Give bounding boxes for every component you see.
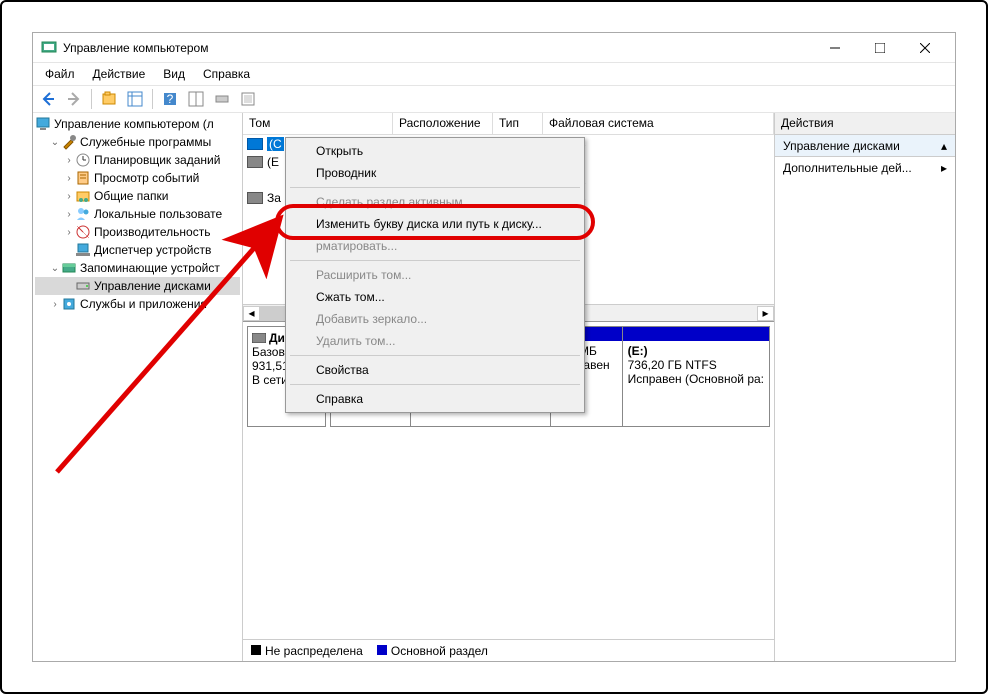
volume-icon [247, 156, 263, 168]
legend: Не распределена Основной раздел [243, 639, 774, 661]
disk-icon [252, 333, 266, 343]
ctx-open[interactable]: Открыть [288, 140, 582, 162]
device-icon [75, 242, 91, 258]
col-type[interactable]: Тип [493, 113, 543, 134]
event-icon [75, 170, 91, 186]
app-icon [41, 40, 57, 56]
tree-event-viewer[interactable]: ›Просмотр событий [35, 169, 240, 187]
tree-shared-folders[interactable]: ›Общие папки [35, 187, 240, 205]
col-layout[interactable]: Расположение [393, 113, 493, 134]
expand-icon[interactable]: ⌄ [49, 137, 61, 148]
tree-disk-management[interactable]: Управление дисками [35, 277, 240, 295]
forward-button[interactable] [63, 88, 85, 110]
ctx-format: рматировать... [288, 235, 582, 257]
ctx-delete: Удалить том... [288, 330, 582, 352]
maximize-button[interactable] [857, 34, 902, 62]
ctx-extend: Расширить том... [288, 264, 582, 286]
menu-view[interactable]: Вид [155, 65, 193, 83]
storage-icon [61, 260, 77, 276]
ctx-properties[interactable]: Свойства [288, 359, 582, 381]
tree-root[interactable]: Управление компьютером (л [35, 115, 240, 133]
ctx-help[interactable]: Справка [288, 388, 582, 410]
legend-unallocated: Не распределена [251, 644, 363, 658]
actions-pane: Действия Управление дисками ▴ Дополнител… [775, 113, 955, 661]
tree-performance[interactable]: ›Производительность [35, 223, 240, 241]
chevron-right-icon: ▸ [941, 161, 947, 175]
expand-icon[interactable]: › [63, 209, 75, 220]
help-icon[interactable]: ? [159, 88, 181, 110]
tree-group-services[interactable]: ›Службы и приложения [35, 295, 240, 313]
expand-icon[interactable]: › [63, 227, 75, 238]
ctx-make-active: Сделать раздел активным [288, 191, 582, 213]
scroll-left-icon[interactable]: ◂ [243, 306, 260, 321]
title-bar: Управление компьютером [33, 33, 955, 63]
tree-group-utilities[interactable]: ⌄ Служебные программы [35, 133, 240, 151]
toolbar-icon-4[interactable] [185, 88, 207, 110]
ctx-mirror: Добавить зеркало... [288, 308, 582, 330]
scroll-right-icon[interactable]: ▸ [757, 306, 774, 321]
expand-icon[interactable]: › [63, 173, 75, 184]
ctx-change-letter[interactable]: Изменить букву диска или путь к диску... [288, 213, 582, 235]
actions-section[interactable]: Управление дисками ▴ [775, 135, 955, 157]
toolbar-icon-6[interactable] [237, 88, 259, 110]
actions-header: Действия [775, 113, 955, 135]
window-title: Управление компьютером [63, 41, 812, 55]
tree-group-storage[interactable]: ⌄Запоминающие устройст [35, 259, 240, 277]
partition[interactable]: (E:)736,20 ГБ NTFSИсправен (Основной ра: [623, 327, 769, 426]
actions-more[interactable]: Дополнительные дей... ▸ [775, 157, 955, 179]
expand-icon[interactable]: › [49, 299, 61, 310]
menu-help[interactable]: Справка [195, 65, 258, 83]
menu-file[interactable]: Файл [37, 65, 83, 83]
toolbar-icon-1[interactable] [98, 88, 120, 110]
menu-bar: Файл Действие Вид Справка [33, 63, 955, 85]
menu-action[interactable]: Действие [85, 65, 154, 83]
expand-icon[interactable]: › [63, 155, 75, 166]
tree-device-manager[interactable]: Диспетчер устройств [35, 241, 240, 259]
legend-primary: Основной раздел [377, 644, 488, 658]
svg-text:?: ? [167, 92, 174, 106]
clock-icon [75, 152, 91, 168]
col-fs[interactable]: Файловая система [543, 113, 774, 134]
volume-icon [247, 138, 263, 150]
services-icon [61, 296, 77, 312]
ctx-explorer[interactable]: Проводник [288, 162, 582, 184]
folder-share-icon [75, 188, 91, 204]
volume-icon [247, 192, 263, 204]
computer-icon [35, 116, 51, 132]
expand-icon[interactable]: ⌄ [49, 263, 61, 274]
col-volume[interactable]: Том [243, 113, 393, 134]
collapse-icon[interactable]: ▴ [941, 139, 947, 153]
performance-icon [75, 224, 91, 240]
back-button[interactable] [37, 88, 59, 110]
expand-icon[interactable]: › [63, 191, 75, 202]
tree-local-users[interactable]: ›Локальные пользовате [35, 205, 240, 223]
users-icon [75, 206, 91, 222]
toolbar-icon-5[interactable] [211, 88, 233, 110]
tree-task-scheduler[interactable]: ›Планировщик заданий [35, 151, 240, 169]
tree-pane: Управление компьютером (л ⌄ Служебные пр… [33, 113, 243, 661]
tools-icon [61, 134, 77, 150]
toolbar: ? [33, 85, 955, 113]
disk-icon [75, 278, 91, 294]
minimize-button[interactable] [812, 34, 857, 62]
context-menu: Открыть Проводник Сделать раздел активны… [285, 137, 585, 413]
toolbar-icon-2[interactable] [124, 88, 146, 110]
ctx-shrink[interactable]: Сжать том... [288, 286, 582, 308]
close-button[interactable] [902, 34, 947, 62]
